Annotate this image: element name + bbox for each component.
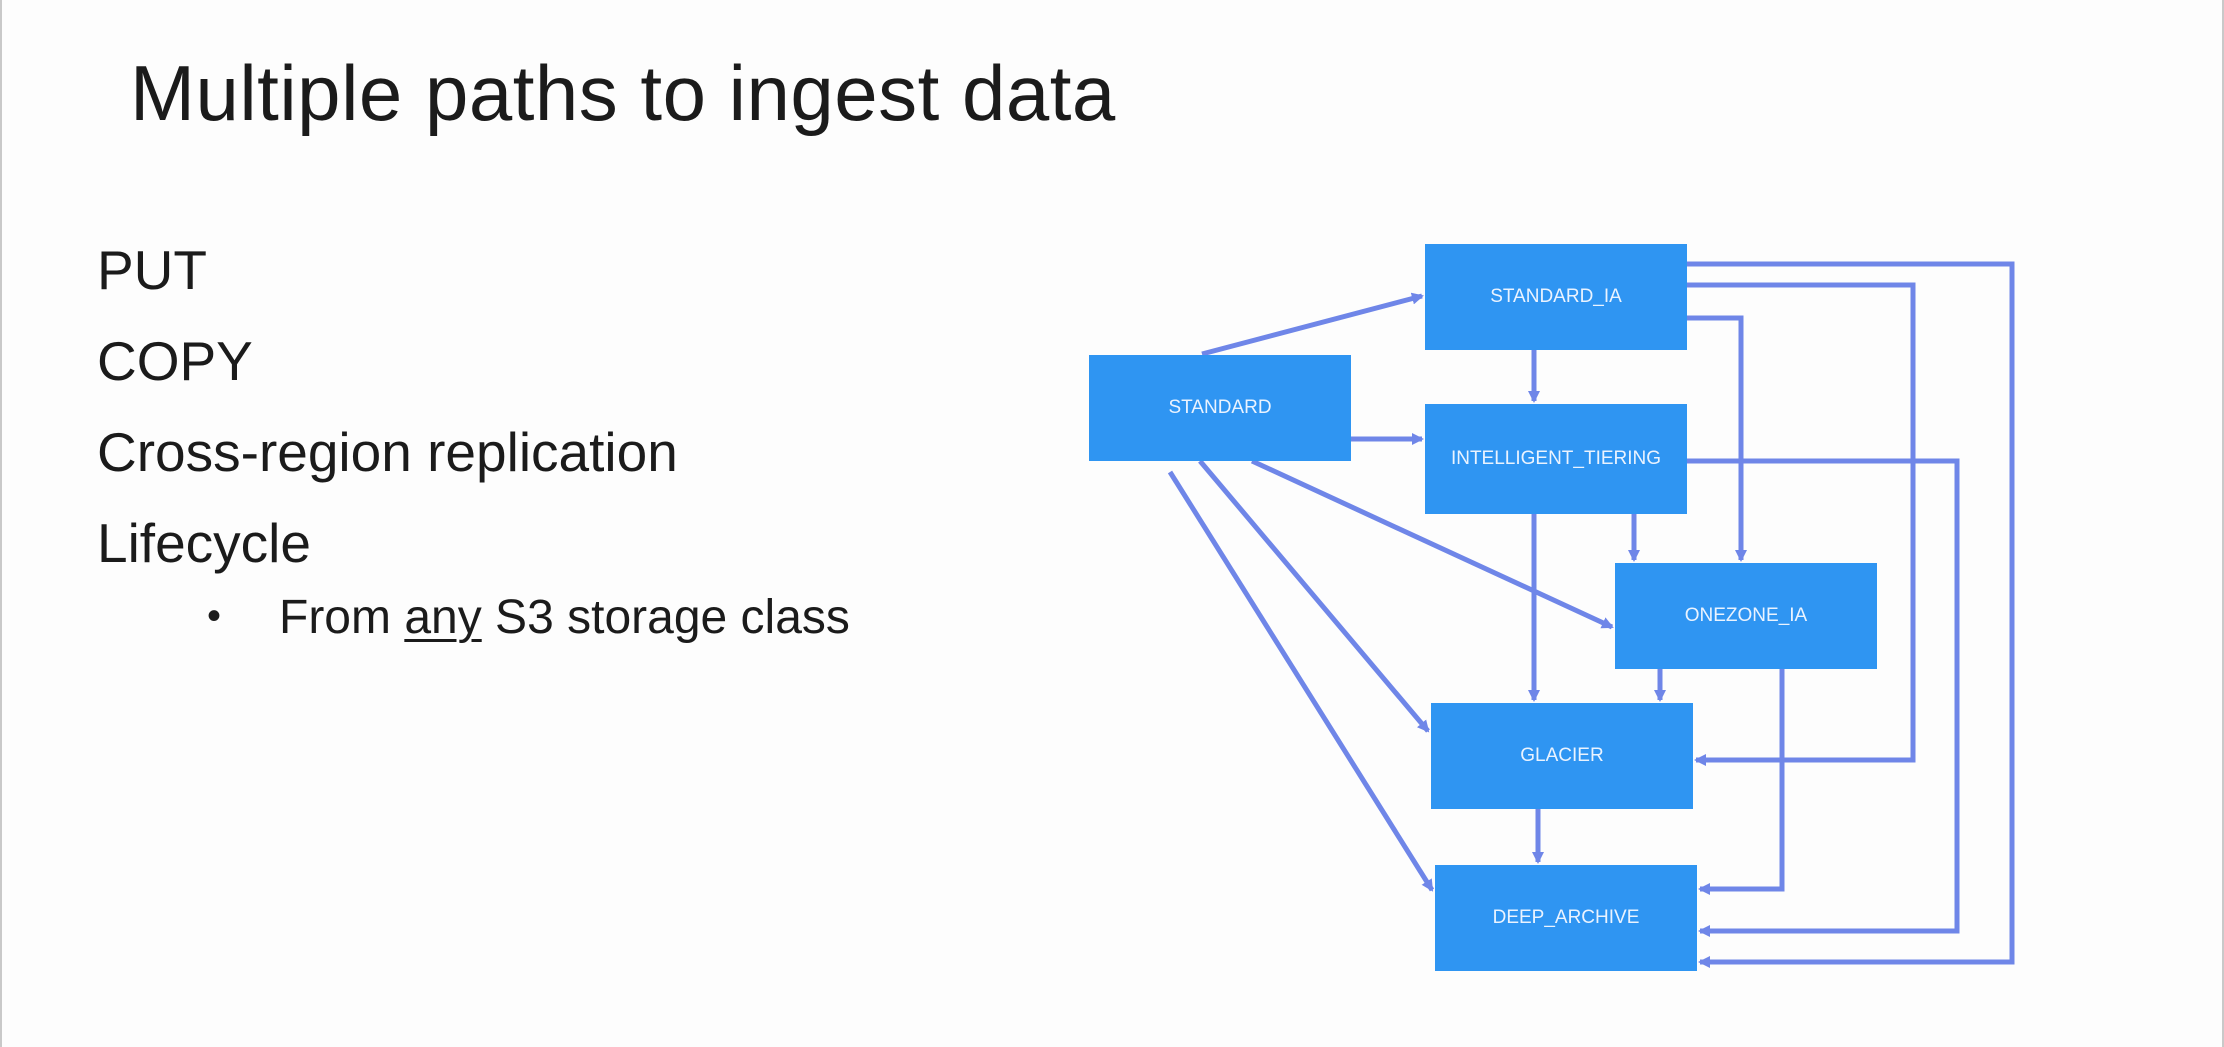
node-label-standard-ia: STANDARD_IA: [1490, 286, 1622, 307]
node-label-deep-archive: DEEP_ARCHIVE: [1493, 907, 1640, 928]
arrow-standard-to-deep-archive: [1167, 470, 1435, 892]
node-standard-ia: STANDARD_IA: [1425, 244, 1687, 350]
arrow-intelligent-tiering-to-deep-archive: [1687, 458, 1960, 937]
slide: Multiple paths to ingest data PUT COPY C…: [0, 0, 2224, 1047]
node-deep-archive: DEEP_ARCHIVE: [1435, 865, 1697, 971]
arrow-standard-ia-to-onezone-ia: [1687, 315, 1747, 562]
node-label-standard: STANDARD: [1168, 397, 1271, 418]
arrow-onezone-ia-to-deep-archive: [1698, 669, 1785, 895]
node-label-onezone-ia: ONEZONE_IA: [1685, 605, 1808, 626]
arrow-standard-ia-to-glacier: [1687, 282, 1916, 766]
storage-class-diagram: STANDARD STANDARD_IA INTELLIGENT_TIERING ON…: [1089, 244, 2015, 971]
node-glacier: GLACIER: [1431, 703, 1693, 809]
arrow-standard-to-standard-ia: [1201, 292, 1424, 357]
node-intelligent-tiering: INTELLIGENT_TIERING: [1425, 404, 1687, 514]
arrow-standard-to-glacier: [1198, 459, 1430, 733]
node-label-glacier: GLACIER: [1520, 745, 1603, 766]
node-onezone-ia: ONEZONE_IA: [1615, 563, 1877, 669]
node-standard: STANDARD: [1089, 355, 1351, 461]
node-label-intelligent-tiering: INTELLIGENT_TIERING: [1451, 448, 1661, 469]
